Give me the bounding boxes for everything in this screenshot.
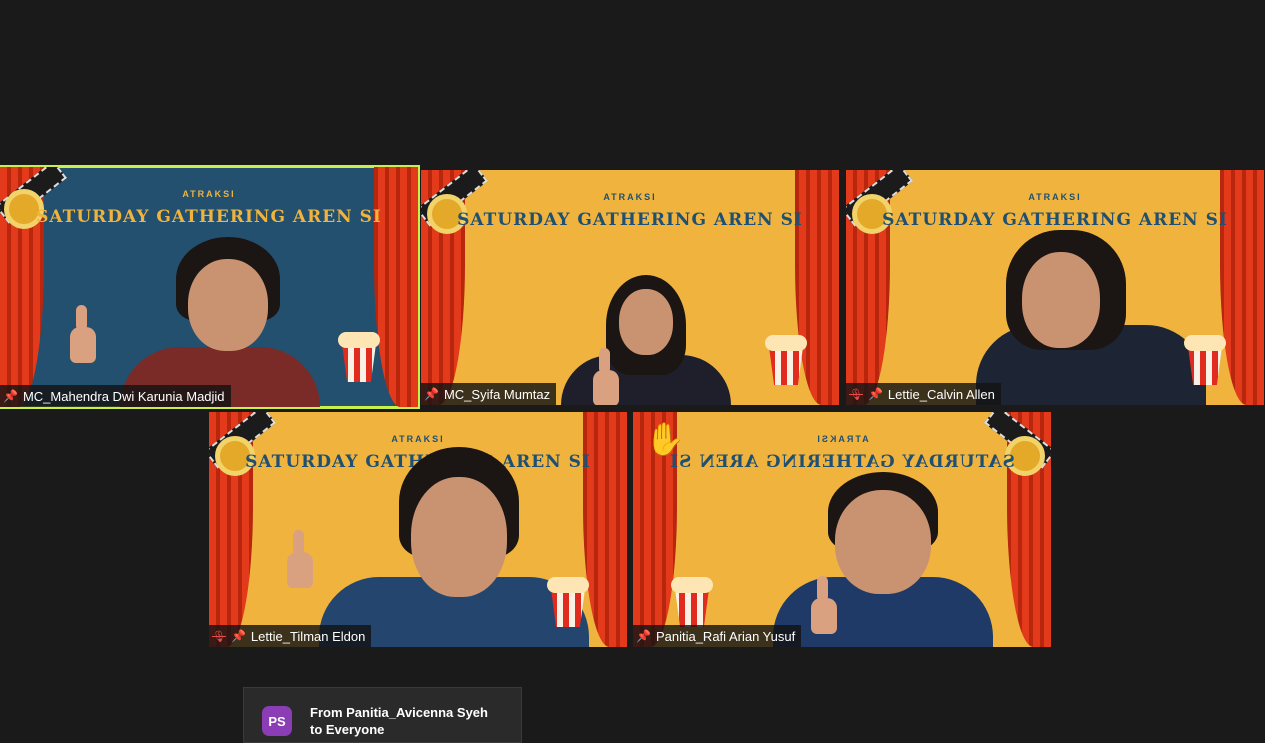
- participant-video: [773, 472, 993, 647]
- raised-hand-icon: ✋: [645, 421, 685, 457]
- event-banner: ATRAKSI SATURDAY GATHERING AREN SI: [633, 434, 1051, 472]
- chat-to-line: to Everyone: [310, 722, 385, 737]
- participant-video: [561, 275, 731, 405]
- participant-name: Lettie_Tilman Eldon: [250, 628, 366, 644]
- chat-notification-text: From Panitia_Avicenna Syeh to Everyone: [310, 704, 488, 738]
- banner-small-text: ATRAKSI: [182, 189, 236, 199]
- participant-video: [100, 237, 340, 407]
- video-tile-mahendra[interactable]: ATRAKSI SATURDAY GATHERING AREN SI 📌 MC_…: [0, 165, 420, 409]
- participant-name-label: 📌 MC_Mahendra Dwi Karunia Madjid: [0, 385, 231, 407]
- banner-small-text: ATRAKSI: [1028, 192, 1082, 202]
- video-tile-tilman[interactable]: ATRAKSI SATURDAY GATHERING AREN SI 🎙 📌 L…: [209, 412, 627, 647]
- pin-icon: 📌: [230, 629, 246, 643]
- banner-small-text: ATRAKSI: [815, 434, 869, 444]
- event-banner: ATRAKSI SATURDAY GATHERING AREN SI: [0, 189, 418, 227]
- chat-notification[interactable]: PS From Panitia_Avicenna Syeh to Everyon…: [243, 687, 522, 743]
- thumbs-up-gesture: [811, 576, 837, 634]
- banner-title: SATURDAY GATHERING AREN SI: [669, 452, 1015, 472]
- participant-name: MC_Mahendra Dwi Karunia Madjid: [22, 388, 225, 404]
- video-tile-rafi[interactable]: ATRAKSI SATURDAY GATHERING AREN SI ✋ 📌 P…: [633, 412, 1051, 647]
- thumbs-up-gesture: [70, 305, 96, 363]
- participant-name-label: 🎙 📌 Lettie_Calvin Allen: [846, 383, 1001, 405]
- pin-icon: 📌: [867, 387, 883, 401]
- banner-small-text: ATRAKSI: [603, 192, 657, 202]
- thumbs-up-gesture: [287, 530, 313, 588]
- muted-mic-icon: 🎙: [849, 388, 863, 401]
- pin-icon: 📌: [3, 389, 18, 403]
- banner-title: SATURDAY GATHERING AREN SI: [457, 210, 803, 230]
- banner-title: SATURDAY GATHERING AREN SI: [36, 207, 382, 227]
- popcorn-decoration: [1184, 335, 1226, 385]
- participant-video: [976, 230, 1206, 405]
- banner-title: SATURDAY GATHERING AREN SI: [882, 210, 1228, 230]
- video-tile-calvin[interactable]: ATRAKSI SATURDAY GATHERING AREN SI 🎙 📌 L…: [846, 170, 1264, 405]
- thumbs-up-gesture: [593, 348, 619, 405]
- popcorn-decoration: [547, 577, 589, 627]
- muted-mic-icon: 🎙: [212, 630, 226, 643]
- event-banner: ATRAKSI SATURDAY GATHERING AREN SI: [421, 192, 839, 230]
- video-tile-syifa[interactable]: ATRAKSI SATURDAY GATHERING AREN SI 📌 MC_…: [421, 170, 839, 405]
- chat-from-line: From Panitia_Avicenna Syeh: [310, 705, 488, 720]
- banner-small-text: ATRAKSI: [391, 434, 445, 444]
- participant-name-label: 📌 MC_Syifa Mumtaz: [421, 383, 557, 405]
- popcorn-decoration: [671, 577, 713, 627]
- participant-name: Lettie_Calvin Allen: [887, 386, 995, 402]
- popcorn-decoration: [338, 332, 380, 382]
- participant-name-label: 📌 Panitia_Rafi Arian Yusuf: [633, 625, 802, 647]
- pin-icon: 📌: [424, 387, 439, 401]
- pin-icon: 📌: [636, 629, 651, 643]
- event-banner: ATRAKSI SATURDAY GATHERING AREN SI: [846, 192, 1264, 230]
- participant-name-label: 🎙 📌 Lettie_Tilman Eldon: [209, 625, 372, 647]
- avatar: PS: [262, 706, 292, 736]
- participant-name: Panitia_Rafi Arian Yusuf: [655, 628, 796, 644]
- participant-name: MC_Syifa Mumtaz: [443, 386, 551, 402]
- popcorn-decoration: [765, 335, 807, 385]
